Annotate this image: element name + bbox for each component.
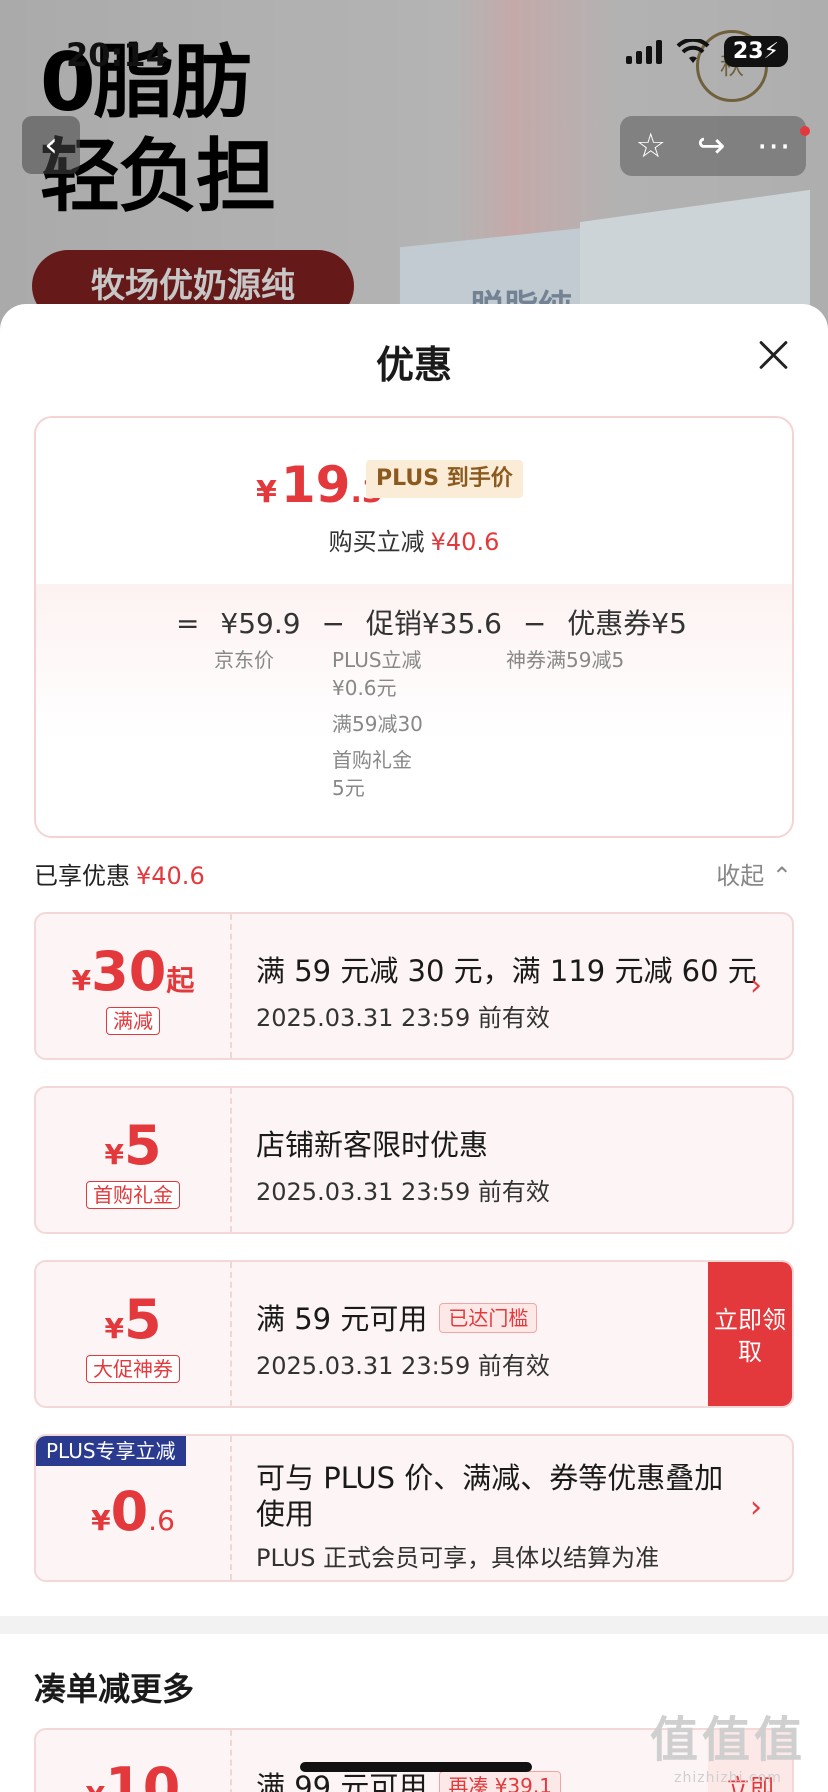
coupon-type-label: 满减 [106, 1007, 160, 1035]
battery-indicator: 23⚡ [723, 36, 788, 67]
chevron-left-icon: ‹ [44, 125, 58, 165]
coupon-expiry: 2025.03.31 23:59 前有效 [256, 1004, 550, 1032]
coupon-amount-block: ¥10 [36, 1730, 232, 1792]
formula-coupon: 优惠券¥5 [567, 607, 687, 640]
star-icon[interactable]: ☆ [636, 126, 666, 166]
price-currency: ¥ [256, 475, 277, 510]
coupon-decimal: .6 [148, 1504, 175, 1537]
coupon-amount: ¥0.6 [36, 1480, 230, 1543]
threshold-reached-badge: 已达门槛 [439, 1303, 538, 1333]
reduction-label: 购买立减 [328, 528, 425, 556]
coupon-value: 30 [91, 940, 167, 1003]
plus-price-badge: PLUS 到手价 [366, 460, 523, 498]
coupon-type-label: 首购礼金 [86, 1181, 180, 1209]
enjoyed-label: 已享优惠 [34, 862, 130, 890]
cellular-signal-icon [625, 39, 662, 64]
coupon-title: 满 59 元减 30 元，满 119 元减 60 元 [256, 954, 757, 988]
formula-promo: 促销¥35.6 [365, 607, 502, 640]
purchase-reduction: 购买立减 ¥40.6 [36, 522, 792, 557]
price-breakdown-card: ¥ 19 .3 PLUS 到手价 购买立减¥40.6 = ¥59.9 − 促销¥… [34, 416, 794, 838]
promo-detail-line: ¥0.6元 [332, 676, 397, 700]
back-button[interactable]: ‹ [22, 116, 80, 174]
coupon-expiry: 2025.03.31 23:59 前有效 [256, 1178, 550, 1206]
site-watermark: 值值值 zhizhizhi.com [650, 1700, 806, 1786]
plus-discount-card[interactable]: ¥0.6 PLUS专享立减 可与 PLUS 价、满减、券等优惠叠加 使用 PLU… [34, 1434, 794, 1582]
coupon-card: ¥5 大促神券 满 59 元可用 已达门槛 2025.03.31 23:59 前有… [34, 1260, 794, 1408]
coupon-currency: ¥ [104, 1138, 124, 1171]
coupon-title: 可与 PLUS 价、满减、券等优惠叠加 使用 [256, 1460, 723, 1532]
enjoyed-discount: 已享优惠 ¥40.6 [34, 856, 205, 891]
chevron-right-icon[interactable]: › [750, 968, 762, 1003]
coupon-currency: ¥ [71, 964, 92, 997]
top-action-bar: ☆ ↪ ⋯ [620, 116, 810, 176]
coupon-detail: 神券满59减5 [506, 648, 625, 672]
coupon-title-text: 满 99 元可用 [256, 1770, 428, 1792]
coupon-card[interactable]: ¥30起 满减 满 59 元减 30 元，满 119 元减 60 元 2025.… [34, 912, 794, 1060]
coupon-value: 5 [123, 1114, 162, 1177]
coupon-currency: ¥ [86, 1780, 105, 1792]
charging-icon: ⚡ [763, 39, 779, 64]
coupon-value: 10 [105, 1756, 181, 1792]
coupon-type-label: 大促神券 [86, 1355, 180, 1383]
formula-equals: = [176, 607, 200, 640]
more-discounts-title: 凑单减更多 [34, 1670, 195, 1708]
home-indicator[interactable] [300, 1762, 532, 1772]
battery-percent: 23 [732, 39, 764, 64]
promo-detail-line: 首购礼金 [332, 748, 412, 772]
price-integer: 19 [280, 456, 351, 514]
coupon-title-text: 满 59 元可用 [256, 1302, 428, 1336]
status-time: 20:14 [66, 36, 168, 74]
formula-minus: − [522, 607, 547, 640]
share-icon[interactable]: ↪ [697, 126, 726, 166]
coupon-amount: ¥30起 [36, 940, 230, 1003]
coupon-title-line: 使用 [256, 1497, 315, 1531]
coupon-title: 满 59 元可用 已达门槛 [256, 1296, 538, 1338]
add-on-badge: 再凑 ¥39.1 [439, 1771, 561, 1792]
claim-coupon-button[interactable]: 立即领取 [708, 1262, 792, 1406]
jd-price-label: 京东价 [214, 648, 274, 672]
coupon-suffix: 起 [166, 964, 195, 997]
coupon-card[interactable]: ¥5 首购礼金 店铺新客限时优惠 2025.03.31 23:59 前有效 [34, 1086, 794, 1234]
coupon-amount: ¥10 [36, 1756, 230, 1792]
reduction-value: ¥40.6 [430, 528, 500, 556]
formula-minus: − [321, 607, 345, 640]
coupon-note: PLUS 正式会员可享，具体以结算为准 [256, 1544, 660, 1572]
watermark-sub: zhizhizhi.com [674, 1770, 782, 1786]
section-divider [0, 1616, 828, 1634]
chevron-right-icon[interactable]: › [750, 1490, 762, 1525]
close-icon[interactable] [758, 340, 788, 370]
discount-sheet: 优惠 ¥ 19 .3 PLUS 到手价 购买立减¥40.6 = ¥59.9 − … [0, 304, 828, 1792]
coupon-value: 0 [110, 1480, 149, 1543]
promo-detail-line: PLUS立减 [332, 648, 422, 672]
coupon-title-line: 可与 PLUS 价、满减、券等优惠叠加 [256, 1461, 724, 1495]
coupon-expiry: 2025.03.31 23:59 前有效 [256, 1352, 550, 1380]
coupon-amount: ¥5 [36, 1114, 230, 1177]
coupon-amount-block: ¥5 首购礼金 [36, 1088, 232, 1232]
promo-details: PLUS立减 ¥0.6元 满59减30 首购礼金 5元 [332, 646, 423, 802]
coupon-currency: ¥ [91, 1504, 111, 1537]
status-icons: 23⚡ [625, 36, 788, 67]
coupon-amount-block: ¥5 大促神券 [36, 1262, 232, 1406]
coupon-value: 5 [123, 1288, 162, 1351]
final-price: ¥ 19 .3 [256, 456, 383, 514]
promo-detail-line: 满59减30 [332, 712, 423, 736]
promo-detail-line: 5元 [332, 776, 365, 800]
collapse-button[interactable]: 收起 ⌃ [716, 856, 792, 891]
coupon-amount-block: ¥30起 满减 [36, 914, 232, 1058]
coupon-title: 店铺新客限时优惠 [256, 1128, 489, 1162]
wifi-icon [676, 38, 710, 63]
watermark-text: 值值值 [649, 1712, 806, 1768]
formula-jd-price: ¥59.9 [220, 607, 301, 640]
coupon-currency: ¥ [104, 1312, 124, 1345]
notification-dot [800, 126, 810, 136]
enjoyed-value: ¥40.6 [136, 862, 205, 890]
plus-exclusive-flag: PLUS专享立减 [36, 1436, 186, 1466]
coupon-amount: ¥5 [36, 1288, 230, 1351]
price-formula: = ¥59.9 − 促销¥35.6 − 优惠券¥5 [176, 602, 699, 642]
sheet-title: 优惠 [375, 343, 452, 387]
more-icon[interactable]: ⋯ [756, 126, 790, 166]
